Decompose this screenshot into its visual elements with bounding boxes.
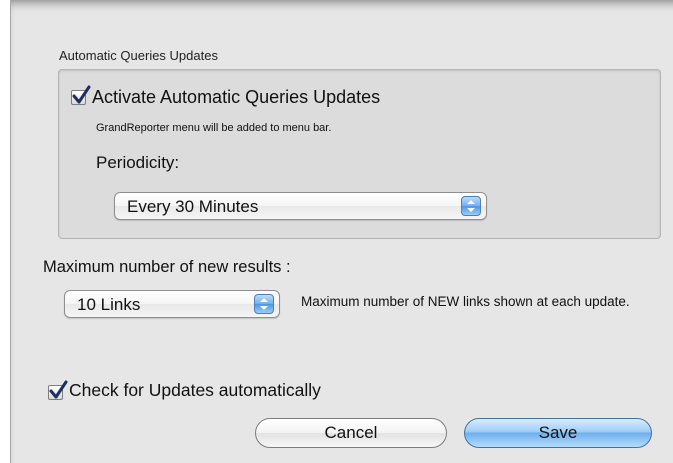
max-results-select[interactable]: 10 Links — [64, 290, 280, 318]
group-title: Automatic Queries Updates — [59, 48, 218, 63]
up-down-arrows-icon — [461, 196, 481, 216]
periodicity-select[interactable]: Every 30 Minutes — [114, 192, 487, 220]
menu-bar-note: GrandReporter menu will be added to menu… — [96, 122, 332, 134]
max-results-label: Maximum number of new results : — [43, 258, 291, 276]
cancel-button[interactable]: Cancel — [255, 418, 447, 448]
checkmark-icon — [49, 380, 68, 399]
periodicity-label: Periodicity: — [96, 153, 180, 172]
periodicity-select-value: Every 30 Minutes — [127, 197, 259, 216]
up-down-arrows-icon — [254, 294, 274, 314]
activate-updates-checkbox[interactable] — [71, 85, 91, 105]
check-updates-checkbox[interactable] — [48, 380, 68, 400]
save-button[interactable]: Save — [464, 418, 652, 448]
max-results-description: Maximum number of NEW links shown at eac… — [301, 294, 630, 309]
checkmark-icon — [72, 85, 91, 104]
check-updates-label[interactable]: Check for Updates automatically — [69, 380, 321, 401]
activate-updates-label[interactable]: Activate Automatic Queries Updates — [92, 87, 380, 108]
max-results-select-value: 10 Links — [77, 295, 141, 314]
preferences-sheet: Automatic Queries Updates Activate Autom… — [10, 0, 673, 463]
